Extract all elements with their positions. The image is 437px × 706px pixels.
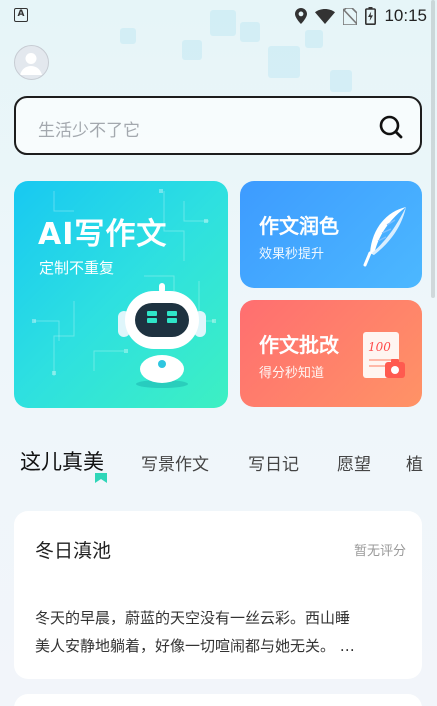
article-card-next[interactable] xyxy=(14,694,422,706)
tab-diary[interactable]: 写日记 xyxy=(248,450,299,475)
status-bar: A 10:15 xyxy=(0,0,437,32)
scrollbar[interactable] xyxy=(431,0,435,298)
location-icon xyxy=(295,8,308,24)
search-placeholder: 生活少不了它 xyxy=(38,121,140,141)
clock: 10:15 xyxy=(384,6,427,25)
avatar[interactable] xyxy=(14,45,49,80)
feather-pen-icon xyxy=(363,207,406,267)
grade-card-subtitle: 得分秒知道 xyxy=(259,366,325,381)
paper-score: 100 xyxy=(368,340,391,354)
ai-card-title: AI写作文 xyxy=(38,217,168,252)
graded-paper-icon: 100 xyxy=(363,330,407,382)
article-card[interactable]: 冬日滇池 暂无评分 冬天的早晨，蔚蓝的天空没有一丝云彩。西山睡 美人安静地躺着，… xyxy=(14,511,422,679)
ai-card-subtitle: 定制不重复 xyxy=(39,259,115,277)
article-excerpt-line: 美人安静地躺着，好像一切喧闹都与她无关。 … xyxy=(35,637,355,655)
no-sim-icon xyxy=(343,7,358,25)
ai-write-essay-card[interactable]: AI写作文 定制不重复 xyxy=(14,181,228,408)
article-title: 冬日滇池 xyxy=(35,540,112,562)
robot-icon xyxy=(118,283,206,388)
tab-scenery-essay[interactable]: 写景作文 xyxy=(141,450,209,475)
tab-zheer-zhenmei[interactable]: 这儿真美 xyxy=(20,446,104,476)
polish-card-title: 作文润色 xyxy=(259,214,339,238)
article-rating: 暂无评分 xyxy=(353,544,406,559)
essay-grading-card[interactable]: 作文批改 得分秒知道 100 xyxy=(240,300,422,407)
tab-wish[interactable]: 愿望 xyxy=(337,450,371,475)
tab-plant[interactable]: 植 xyxy=(406,450,423,475)
wifi-icon xyxy=(315,8,336,24)
active-tab-indicator xyxy=(95,473,107,483)
status-icons: 10:15 xyxy=(295,6,427,26)
essay-polish-card[interactable]: 作文润色 效果秒提升 xyxy=(240,181,422,288)
article-excerpt: 冬天的早晨，蔚蓝的天空没有一丝云彩。西山睡 美人安静地躺着，好像一切喧闹都与她无… xyxy=(35,604,403,660)
app-notification-icon: A xyxy=(14,8,28,22)
polish-card-subtitle: 效果秒提升 xyxy=(259,247,325,262)
battery-charging-icon xyxy=(365,7,377,25)
article-excerpt-line: 冬天的早晨，蔚蓝的天空没有一丝云彩。西山睡 xyxy=(35,609,351,627)
search-input[interactable]: 生活少不了它 xyxy=(14,96,422,155)
category-tabs: 这儿真美 写景作文 写日记 愿望 植 xyxy=(0,440,437,490)
grade-card-title: 作文批改 xyxy=(259,333,339,357)
search-icon[interactable] xyxy=(378,114,404,140)
user-icon xyxy=(20,53,42,75)
